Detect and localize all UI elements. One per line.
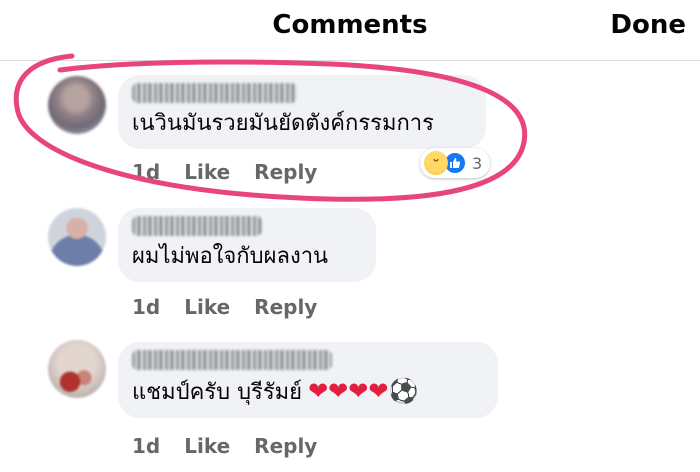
like-button[interactable]: Like xyxy=(184,295,230,319)
reply-button[interactable]: Reply xyxy=(254,295,317,319)
comments-header: Comments Done xyxy=(0,0,700,61)
comment-time: 1d xyxy=(132,434,161,458)
comment-text: แชมป์ครับ บุรีรัมย์ ❤❤❤❤⚽ xyxy=(132,376,482,408)
avatar[interactable] xyxy=(48,76,106,134)
comment-actions: 1d Like Reply xyxy=(132,160,341,184)
author-name-blurred[interactable] xyxy=(132,83,297,103)
comment-text: เนวินมันรวยมันยัดตังค์กรรมการ xyxy=(132,111,434,136)
author-name-blurred[interactable] xyxy=(132,350,332,370)
haha-icon: ᵕ xyxy=(424,151,448,175)
comment-time: 1d xyxy=(132,295,161,319)
avatar[interactable] xyxy=(48,208,106,266)
comment-text: ผมไม่พอใจกับผลงาน xyxy=(132,244,329,269)
comment-time: 1d xyxy=(132,160,161,184)
comment-text-body: แชมป์ครับ บุรีรัมย์ xyxy=(132,380,303,405)
comment-actions: 1d Like Reply xyxy=(132,434,341,458)
comment-actions: 1d Like Reply xyxy=(132,295,341,319)
comment-bubble[interactable]: แชมป์ครับ บุรีรัมย์ ❤❤❤❤⚽ xyxy=(118,342,498,418)
like-button[interactable]: Like xyxy=(184,160,230,184)
reaction-summary[interactable]: ᵕ 3 xyxy=(420,148,491,178)
reaction-count: 3 xyxy=(472,153,483,173)
comment-bubble[interactable]: ผมไม่พอใจกับผลงาน xyxy=(118,208,376,282)
avatar[interactable] xyxy=(48,340,106,398)
reply-button[interactable]: Reply xyxy=(254,434,317,458)
like-button[interactable]: Like xyxy=(184,434,230,458)
header-title: Comments xyxy=(272,10,428,40)
author-name-blurred[interactable] xyxy=(132,216,262,236)
reply-button[interactable]: Reply xyxy=(254,160,317,184)
comment-bubble[interactable]: เนวินมันรวยมันยัดตังค์กรรมการ xyxy=(118,75,486,149)
heart-emoji-icons: ❤❤❤❤ xyxy=(308,377,389,405)
done-button[interactable]: Done xyxy=(610,10,686,40)
soccer-ball-icon: ⚽ xyxy=(388,377,419,405)
